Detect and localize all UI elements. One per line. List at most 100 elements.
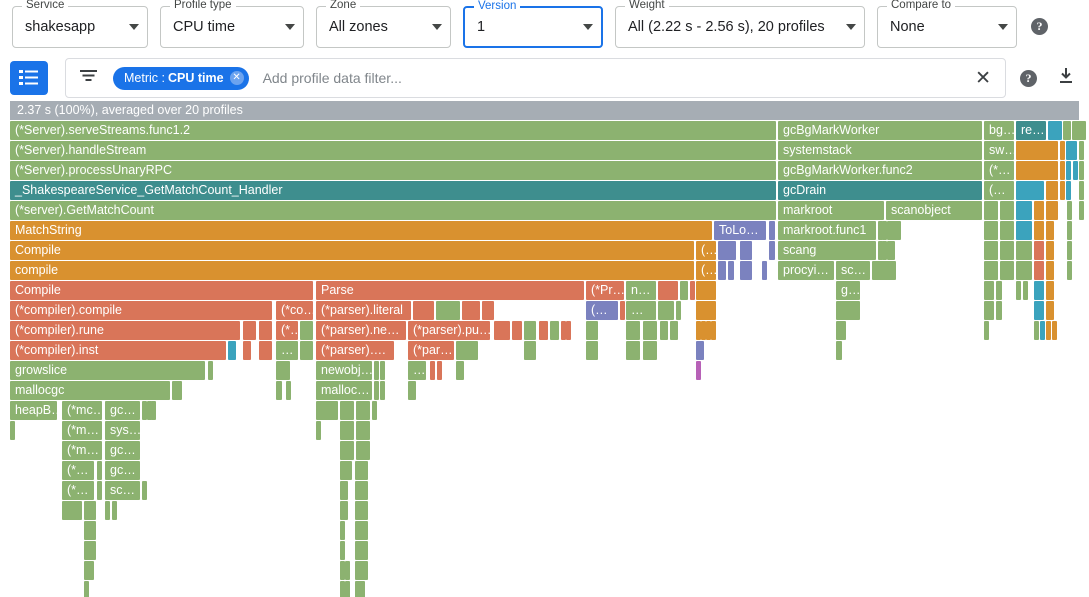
flame-frame[interactable] <box>566 321 571 340</box>
flame-frame[interactable] <box>1046 321 1051 340</box>
flame-frame[interactable] <box>1081 121 1086 140</box>
flame-frame[interactable] <box>1046 281 1054 300</box>
flame-frame[interactable]: (*parser).literal <box>316 301 411 320</box>
flame-frame[interactable] <box>1079 201 1084 220</box>
flame-frame[interactable] <box>151 401 156 420</box>
flame-frame[interactable] <box>437 361 442 380</box>
flame-frame[interactable] <box>84 501 96 520</box>
flame-frame[interactable] <box>355 501 368 520</box>
flame-frame[interactable] <box>1063 121 1071 140</box>
flame-frame[interactable]: sw… <box>984 141 1014 160</box>
help-icon[interactable]: ? <box>1031 18 1048 35</box>
flame-frame[interactable]: gcDrain <box>778 181 982 200</box>
flame-frame[interactable] <box>740 261 752 280</box>
flame-frame[interactable] <box>984 221 998 240</box>
flame-frame[interactable] <box>355 561 368 580</box>
flame-frame[interactable] <box>1034 221 1044 240</box>
flame-frame[interactable] <box>172 381 182 400</box>
flame-frame[interactable]: sc… <box>105 481 140 500</box>
flame-frame[interactable] <box>1000 261 1014 280</box>
flame-frame[interactable]: (*Server).processUnaryRPC <box>10 161 776 180</box>
flame-frame[interactable]: re… <box>1016 121 1046 140</box>
flame-frame[interactable]: markroot.func1 <box>778 221 876 240</box>
service-selector[interactable]: Service shakesapp <box>12 6 148 48</box>
flame-frame[interactable]: MatchString <box>10 221 712 240</box>
filter-help-icon[interactable]: ? <box>1020 70 1037 87</box>
flame-frame[interactable] <box>340 461 352 480</box>
flame-frame[interactable] <box>984 241 998 260</box>
flame-frame[interactable] <box>380 381 385 400</box>
flame-frame[interactable]: scang <box>778 241 876 260</box>
flame-frame[interactable] <box>1046 201 1058 220</box>
flame-frame[interactable]: (*… <box>984 161 1014 180</box>
flame-frame[interactable] <box>62 501 82 520</box>
flame-frame[interactable]: (*parser).ne… <box>316 321 406 340</box>
flame-frame[interactable] <box>1034 321 1039 340</box>
flame-frame[interactable]: (*parser).pu… <box>408 321 490 340</box>
flame-frame[interactable]: … <box>276 341 298 360</box>
flame-frame[interactable] <box>539 321 548 340</box>
flame-frame[interactable] <box>84 561 94 580</box>
flame-frame[interactable]: (*par… <box>408 341 454 360</box>
flame-frame[interactable] <box>836 301 860 320</box>
flame-frame[interactable] <box>1034 241 1044 260</box>
flame-frame[interactable]: (… <box>696 241 716 260</box>
flame-frame[interactable]: procyi… <box>778 261 834 280</box>
flame-frame[interactable]: newobj… <box>316 361 372 380</box>
weight-selector[interactable]: Weight All (2.22 s - 2.56 s), 20 profile… <box>615 6 865 48</box>
flame-frame[interactable] <box>524 341 536 360</box>
flame-frame[interactable] <box>355 481 368 500</box>
flame-frame[interactable] <box>1048 121 1062 140</box>
flame-frame[interactable] <box>1016 261 1032 280</box>
flame-frame[interactable] <box>340 541 345 560</box>
flame-frame[interactable]: compile <box>10 261 694 280</box>
metric-filter-chip[interactable]: Metric : CPU time ✕ <box>113 67 249 90</box>
flame-frame[interactable] <box>356 441 370 460</box>
flame-frame[interactable] <box>340 401 354 420</box>
flame-frame[interactable] <box>1052 321 1057 340</box>
flame-frame[interactable]: malloc… <box>316 381 372 400</box>
flame-frame[interactable] <box>887 221 901 240</box>
flame-frame[interactable] <box>643 341 657 360</box>
flame-frame[interactable]: Compile <box>10 281 313 300</box>
flame-frame[interactable] <box>316 401 338 420</box>
flame-frame[interactable]: n… <box>626 281 656 300</box>
flame-frame[interactable] <box>259 321 272 340</box>
flame-frame[interactable] <box>286 381 291 400</box>
flame-frame[interactable] <box>1079 161 1084 180</box>
flame-frame[interactable] <box>84 581 89 597</box>
flame-frame[interactable] <box>84 521 96 540</box>
flame-frame[interactable]: (*compiler).compile <box>10 301 272 320</box>
flame-frame[interactable]: (*server).GetMatchCount <box>10 201 776 220</box>
flame-frame[interactable] <box>462 301 480 320</box>
flame-frame[interactable]: g… <box>836 281 860 300</box>
flame-frame[interactable] <box>696 281 716 300</box>
flame-frame[interactable] <box>1046 261 1054 280</box>
flame-frame[interactable] <box>696 361 701 380</box>
flame-frame[interactable] <box>1016 181 1044 200</box>
flame-frame[interactable]: Parse <box>316 281 584 300</box>
flame-frame[interactable] <box>105 501 110 520</box>
flame-frame[interactable] <box>1060 161 1065 180</box>
clear-filters-button[interactable]: ✕ <box>969 69 997 88</box>
flame-frame[interactable]: (… <box>984 181 1014 200</box>
flame-frame[interactable] <box>984 261 998 280</box>
flame-frame[interactable] <box>512 321 522 340</box>
flame-frame[interactable] <box>1016 201 1032 220</box>
flame-frame[interactable]: (*Pr… <box>586 281 624 300</box>
flame-frame[interactable] <box>1023 281 1028 300</box>
flame-frame[interactable] <box>643 321 657 340</box>
flame-frame[interactable] <box>620 301 625 320</box>
flame-frame[interactable]: (*… <box>62 461 94 480</box>
flame-frame[interactable] <box>887 241 895 260</box>
flame-frame[interactable] <box>355 521 368 540</box>
flame-frame[interactable]: markroot <box>778 201 884 220</box>
flame-frame[interactable] <box>676 301 681 320</box>
flame-frame[interactable] <box>658 301 674 320</box>
flame-frame[interactable] <box>996 281 1002 300</box>
flame-frame[interactable]: sys… <box>105 421 140 440</box>
flame-frame[interactable] <box>680 281 688 300</box>
flame-frame[interactable]: growslice <box>10 361 205 380</box>
flame-frame[interactable] <box>1067 241 1072 260</box>
version-selector[interactable]: Version 1 <box>463 6 603 48</box>
